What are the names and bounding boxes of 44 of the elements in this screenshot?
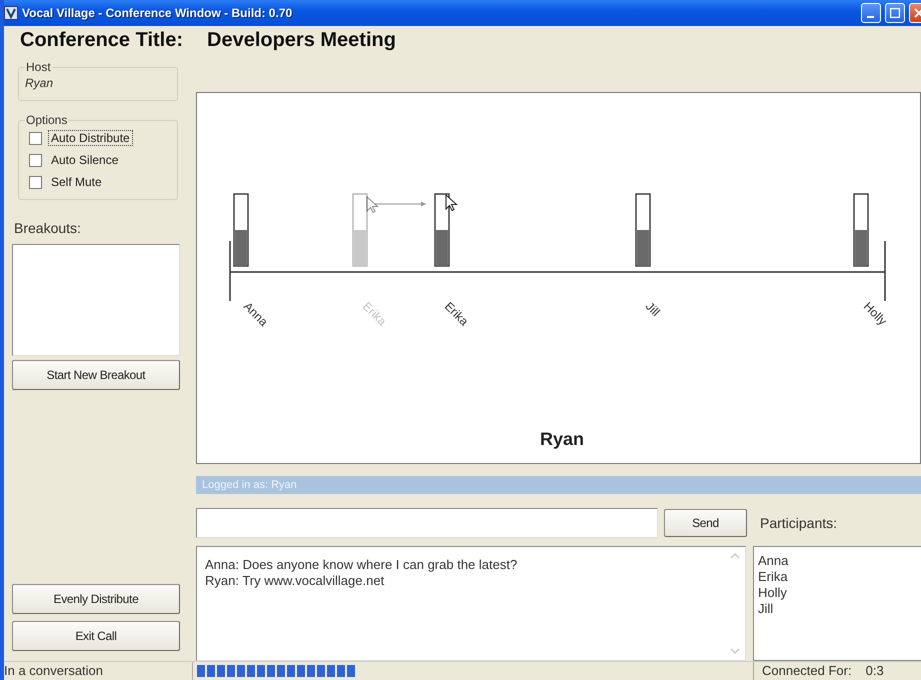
conference-title: Developers Meeting: [207, 28, 396, 52]
participant-item[interactable]: Erika: [758, 569, 921, 585]
distribute-button[interactable]: Evenly Distribute: [12, 584, 180, 614]
participant-item[interactable]: Anna: [758, 553, 921, 569]
send-button[interactable]: Send: [664, 509, 747, 537]
chat-message: Anna: Does anyone know where I can grab the latest?: [205, 557, 518, 573]
volume-meter[interactable]: [635, 193, 651, 267]
maximize-icon: [890, 8, 900, 18]
checkbox-label[interactable]: Auto Distribute: [48, 130, 133, 146]
participant-name: Jill: [642, 299, 663, 320]
login-status-bar: Logged in as: Ryan: [196, 476, 921, 494]
exit-call-button[interactable]: Exit Call: [12, 621, 180, 651]
cursor-icon: [366, 196, 379, 214]
minimize-button[interactable]: [861, 3, 881, 23]
conference-title-label: Conference Title:: [20, 28, 183, 52]
minimize-icon: [866, 16, 874, 18]
volume-meter[interactable]: [434, 193, 450, 267]
group-label: Host: [25, 60, 52, 74]
cursor-icon: [446, 194, 458, 212]
checkbox[interactable]: [29, 132, 42, 144]
maximize-button[interactable]: [885, 3, 905, 23]
checkbox-label[interactable]: Auto Silence: [48, 152, 122, 168]
window-title: Vocal Village - Conference Window - Build: 0.70: [22, 6, 294, 20]
app-icon: [4, 6, 18, 20]
breakouts-label: Breakouts:: [14, 220, 82, 236]
host-name: Ryan: [25, 75, 54, 92]
connected-time: 0:3: [866, 662, 884, 680]
speaker-name: Ryan: [540, 429, 584, 449]
participant-item[interactable]: Holly: [758, 585, 921, 601]
checkbox-label[interactable]: Self Mute: [48, 174, 105, 190]
volume-meter[interactable]: [853, 193, 869, 267]
status-text: In a conversation: [4, 662, 104, 680]
connected-label: Connected For:: [762, 662, 852, 680]
checkbox[interactable]: [29, 176, 42, 188]
start-breakout-button[interactable]: Start New Breakout: [12, 360, 180, 390]
volume-meter[interactable]: [233, 193, 249, 267]
participants-label: Participants:: [760, 515, 838, 531]
participant-item[interactable]: Jill: [758, 601, 921, 617]
drag-arrow: [374, 202, 426, 206]
close-icon: [914, 8, 921, 18]
checkbox[interactable]: [29, 154, 42, 166]
chat-message: Ryan: Try www.vocalvillage.net: [205, 573, 386, 589]
group-label: Options: [25, 113, 68, 127]
message-input-field[interactable]: [196, 508, 658, 538]
